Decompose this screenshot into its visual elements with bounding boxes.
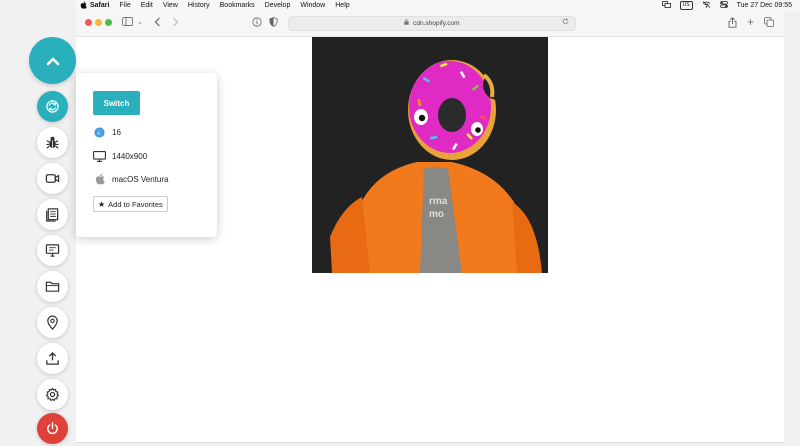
menu-file[interactable]: File	[119, 0, 130, 11]
tab-overview-icon[interactable]	[764, 17, 774, 30]
chevron-down-icon[interactable]: ⌄	[137, 17, 143, 29]
switch-button[interactable]: Switch	[93, 91, 140, 115]
resolution-row: 1440x900	[93, 150, 147, 162]
add-to-favorites-button[interactable]: ★ Add to Favorites	[93, 196, 168, 212]
forward-arrow-icon[interactable]	[172, 17, 179, 30]
collapse-toolbar-button[interactable]	[29, 37, 76, 84]
os-row: macOS Ventura	[93, 173, 168, 185]
screenshots-button[interactable]	[37, 199, 68, 230]
reload-icon[interactable]	[562, 17, 569, 30]
browser-toolbar: ⌄ cdn.shopify.com +	[76, 11, 784, 37]
minimize-window-button[interactable]	[95, 19, 102, 26]
mac-menubar: Safari File Edit View History Bookmarks …	[76, 0, 800, 11]
shirt-print: rma	[429, 196, 448, 207]
monitor-icon	[45, 244, 60, 257]
zoom-window-button[interactable]	[105, 19, 112, 26]
upload-icon	[46, 351, 59, 365]
geolocation-button[interactable]	[37, 307, 68, 338]
gif-image-donut-mascot: rma mo	[312, 37, 548, 273]
share-icon[interactable]	[728, 17, 737, 31]
screen-resolution: 1440x900	[112, 151, 148, 161]
star-icon: ★	[98, 199, 106, 209]
chevron-up-icon	[46, 57, 59, 65]
windows-icon[interactable]	[661, 1, 671, 10]
video-camera-icon	[45, 174, 60, 183]
settings-button[interactable]	[37, 379, 68, 410]
no-wifi-icon[interactable]	[702, 1, 711, 10]
apple-icon[interactable]	[76, 0, 90, 11]
back-arrow-icon[interactable]	[154, 17, 161, 30]
gear-icon	[45, 387, 60, 402]
address-bar[interactable]: cdn.shopify.com	[288, 16, 576, 31]
keyboard-layout-badge[interactable]: US	[679, 1, 693, 10]
add-to-favorites-label: Add to Favorites	[108, 199, 163, 209]
menu-view[interactable]: View	[163, 0, 178, 11]
close-window-button[interactable]	[85, 19, 92, 26]
datetime[interactable]: Tue 27 Dec 09:55	[737, 2, 792, 9]
url-text: cdn.shopify.com	[413, 20, 460, 27]
apple-icon	[93, 173, 106, 185]
menu-develop[interactable]: Develop	[265, 0, 291, 11]
browser-version: 16	[112, 127, 121, 137]
debug-button[interactable]	[37, 127, 68, 158]
lock-icon	[404, 19, 411, 27]
stop-session-button[interactable]	[37, 413, 68, 444]
operating-system: macOS Ventura	[112, 174, 169, 184]
switch-browser-popup: Switch 16 1440x900 macOS Ventura ★ Add t…	[76, 73, 217, 237]
record-video-button[interactable]	[37, 163, 68, 194]
screen-size-button[interactable]	[37, 235, 68, 266]
upload-button[interactable]	[37, 343, 68, 374]
menu-window[interactable]: Window	[300, 0, 325, 11]
menu-safari[interactable]: Safari	[90, 0, 109, 11]
menu-bookmarks[interactable]: Bookmarks	[220, 0, 255, 11]
sync-icon	[46, 100, 59, 113]
menu-history[interactable]: History	[188, 0, 210, 11]
sidebar-toggle-icon[interactable]	[122, 17, 133, 29]
folder-icon	[45, 281, 60, 292]
info-icon[interactable]	[252, 17, 262, 30]
menu-help[interactable]: Help	[335, 0, 349, 11]
bug-icon	[46, 136, 59, 149]
power-icon	[47, 422, 58, 434]
control-center-icon[interactable]	[719, 1, 728, 10]
location-pin-icon	[47, 315, 58, 330]
privacy-shield-icon[interactable]	[269, 17, 278, 30]
new-tab-plus-icon[interactable]: +	[747, 16, 754, 28]
menubar-status: US Tue 27 Dec 09:55	[661, 1, 800, 10]
files-button[interactable]	[37, 271, 68, 302]
monitor-icon	[93, 150, 106, 162]
switch-browser-button[interactable]	[37, 91, 68, 122]
gallery-icon	[46, 208, 59, 222]
menu-edit[interactable]: Edit	[141, 0, 153, 11]
safari-compass-icon	[93, 126, 106, 138]
browser-version-row: 16	[93, 126, 121, 138]
svg-text:mo: mo	[429, 209, 444, 220]
